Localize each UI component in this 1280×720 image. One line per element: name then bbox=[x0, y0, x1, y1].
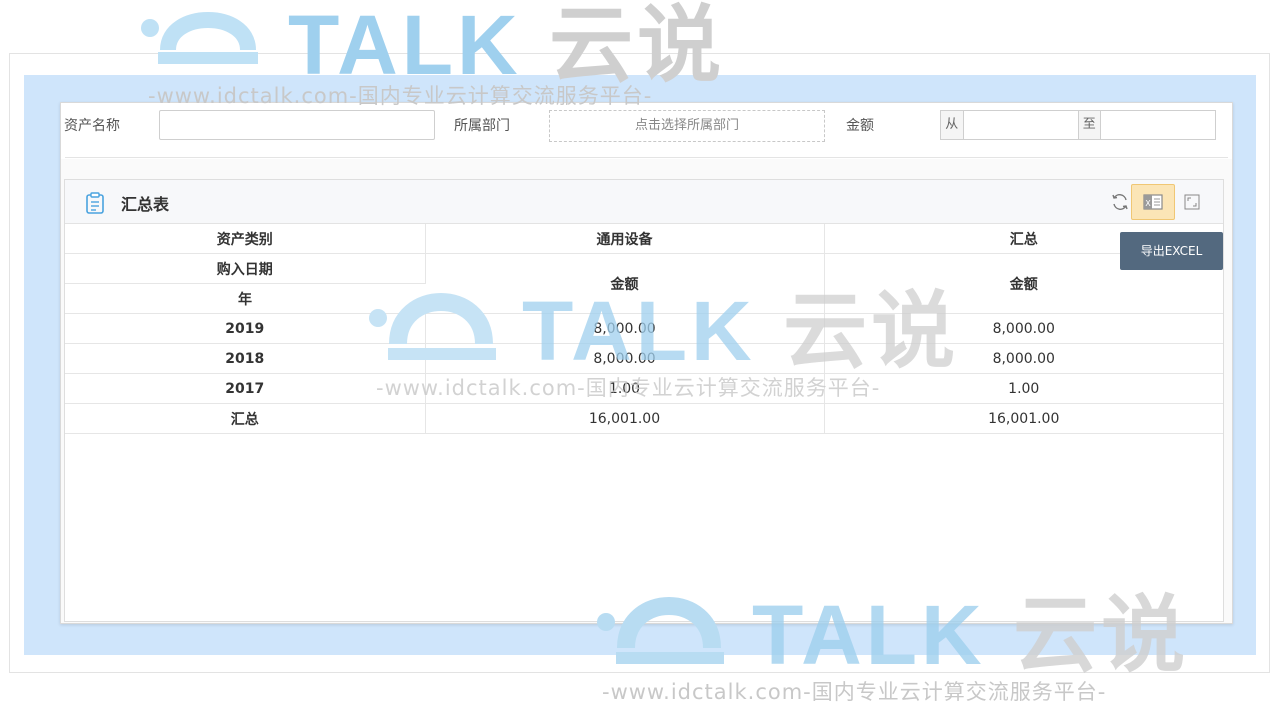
excel-icon: X bbox=[1143, 194, 1163, 210]
summary-card: 汇总表 X 导出EXCEL 资产类别 通用设备 汇总 购入日期 金额 金额 年 … bbox=[64, 179, 1224, 622]
amount-range: 从 至 bbox=[940, 110, 1216, 140]
card-header: 汇总表 X bbox=[65, 180, 1223, 224]
row-year: 2019 bbox=[65, 313, 426, 344]
header-purchase-date: 购入日期 bbox=[65, 253, 426, 284]
row-general-amount: 16,001.00 bbox=[425, 403, 825, 434]
department-picker[interactable]: 点击选择所属部门 bbox=[549, 110, 825, 142]
clipboard-icon bbox=[86, 192, 104, 214]
refresh-icon bbox=[1112, 194, 1128, 210]
amount-to-input[interactable] bbox=[1101, 111, 1215, 139]
filter-divider bbox=[65, 157, 1228, 158]
header-asset-category: 资产类别 bbox=[65, 224, 426, 254]
row-general-amount: 1.00 bbox=[425, 373, 825, 404]
filter-bar: 资产名称 所属部门 点击选择所属部门 金额 从 至 bbox=[61, 103, 1232, 159]
table-row: 2017 1.00 1.00 bbox=[65, 373, 1223, 404]
row-year: 2018 bbox=[65, 343, 426, 374]
table-row-total: 汇总 16,001.00 16,001.00 bbox=[65, 403, 1223, 434]
export-tooltip: 导出EXCEL bbox=[1120, 232, 1223, 270]
amount-to-label: 至 bbox=[1077, 111, 1101, 139]
row-total-amount: 8,000.00 bbox=[824, 313, 1223, 344]
row-total-amount: 1.00 bbox=[824, 373, 1223, 404]
fullscreen-icon bbox=[1184, 194, 1200, 210]
row-year: 2017 bbox=[65, 373, 426, 404]
table-header-row: 资产类别 通用设备 汇总 bbox=[65, 224, 1223, 254]
watermark-url: -www.idctalk.com-国内专业云计算交流服务平台- bbox=[602, 680, 1107, 704]
table-row: 2018 8,000.00 8,000.00 bbox=[65, 343, 1223, 374]
department-label: 所属部门 bbox=[454, 118, 510, 134]
report-panel: 资产名称 所属部门 点击选择所属部门 金额 从 至 汇总表 X 导出EXCEL … bbox=[60, 102, 1233, 624]
card-title: 汇总表 bbox=[121, 195, 170, 214]
header-amount-general: 金额 bbox=[425, 253, 825, 314]
asset-name-input[interactable] bbox=[159, 110, 435, 140]
row-general-amount: 8,000.00 bbox=[425, 343, 825, 374]
asset-name-label: 资产名称 bbox=[64, 118, 120, 134]
fullscreen-button[interactable] bbox=[1175, 186, 1209, 218]
row-total-amount: 16,001.00 bbox=[824, 403, 1223, 434]
row-general-amount: 8,000.00 bbox=[425, 313, 825, 344]
header-general-equipment: 通用设备 bbox=[425, 224, 825, 254]
amount-label: 金额 bbox=[846, 118, 874, 134]
header-year: 年 bbox=[65, 283, 425, 314]
table-header-row: 购入日期 金额 金额 bbox=[65, 253, 1223, 314]
summary-table: 资产类别 通用设备 汇总 购入日期 金额 金额 年 2019 8,000.00 … bbox=[65, 224, 1223, 434]
svg-text:X: X bbox=[1145, 199, 1151, 208]
row-total-amount: 8,000.00 bbox=[824, 343, 1223, 374]
table-row: 2019 8,000.00 8,000.00 bbox=[65, 313, 1223, 344]
row-year: 汇总 bbox=[65, 403, 426, 434]
amount-from-label: 从 bbox=[941, 111, 964, 139]
export-excel-button[interactable]: X bbox=[1131, 184, 1175, 220]
amount-from-input[interactable] bbox=[963, 111, 1078, 139]
